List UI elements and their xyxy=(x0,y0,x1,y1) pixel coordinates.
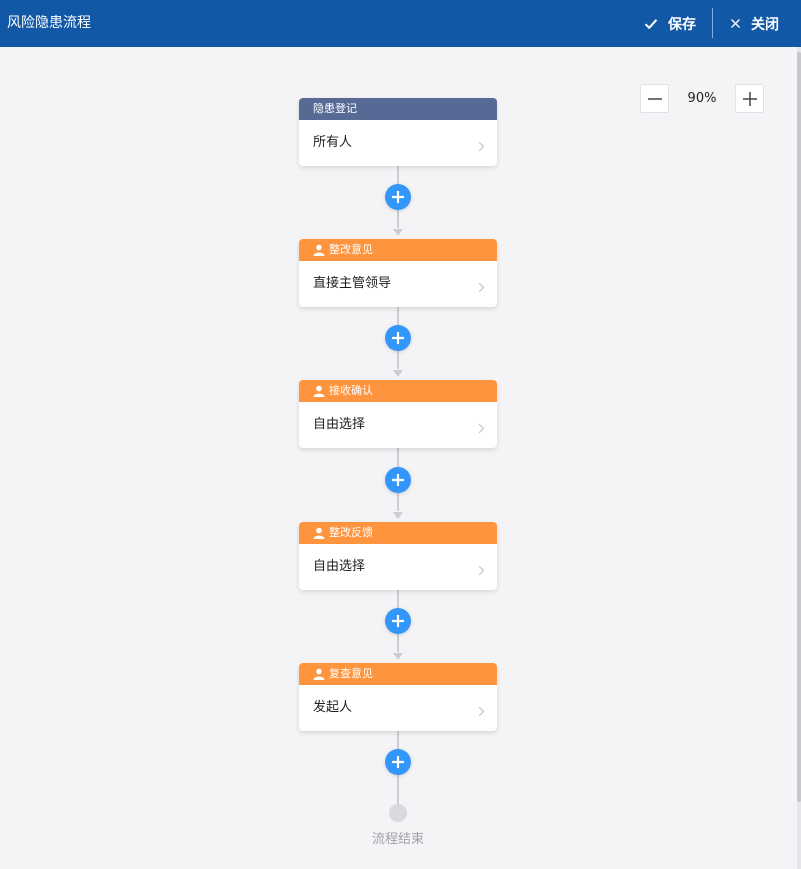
node-header: 接收确认 xyxy=(299,380,497,402)
start-node[interactable]: 隐患登记 所有人 xyxy=(299,98,497,166)
node-content: 发起人 xyxy=(313,700,353,715)
chevron-right-icon xyxy=(478,137,485,156)
chevron-right-icon xyxy=(478,561,485,580)
approver-node[interactable]: 复查意见 发起人 xyxy=(299,663,497,731)
zoom-level: 90% xyxy=(687,91,717,106)
add-node-button[interactable] xyxy=(385,749,411,775)
chevron-right-icon xyxy=(478,702,485,721)
node-title: 隐患登记 xyxy=(313,102,357,115)
zoom-in-button[interactable] xyxy=(735,84,764,113)
close-button[interactable]: 关闭 xyxy=(730,0,779,47)
node-content: 自由选择 xyxy=(313,417,366,432)
scrollbar-thumb[interactable] xyxy=(797,52,801,802)
plus-icon xyxy=(391,331,405,345)
check-icon xyxy=(644,18,658,30)
user-icon xyxy=(313,527,325,539)
close-label: 关闭 xyxy=(751,16,779,33)
end-node-dot xyxy=(389,804,407,822)
node-header: 复查意见 xyxy=(299,663,497,685)
add-node-button[interactable] xyxy=(385,184,411,210)
connector-arrow xyxy=(393,653,403,660)
node-header: 整改反馈 xyxy=(299,522,497,544)
node-title: 复查意见 xyxy=(329,667,373,680)
minus-icon xyxy=(647,91,663,107)
node-header: 整改意见 xyxy=(299,239,497,261)
plus-icon xyxy=(742,91,758,107)
plus-icon xyxy=(391,755,405,769)
node-body: 自由选择 xyxy=(299,544,497,590)
user-icon xyxy=(313,244,325,256)
node-title: 整改反馈 xyxy=(329,526,373,539)
node-content: 直接主管领导 xyxy=(313,276,392,291)
node-content: 所有人 xyxy=(313,135,353,150)
add-node-button[interactable] xyxy=(385,325,411,351)
approver-node[interactable]: 接收确认 自由选择 xyxy=(299,380,497,448)
node-title: 整改意见 xyxy=(329,243,373,256)
node-header: 隐患登记 xyxy=(299,98,497,120)
add-node-button[interactable] xyxy=(385,467,411,493)
approver-node[interactable]: 整改意见 直接主管领导 xyxy=(299,239,497,307)
node-body: 自由选择 xyxy=(299,402,497,448)
user-icon xyxy=(313,385,325,397)
plus-icon xyxy=(391,190,405,204)
toolbar-divider xyxy=(712,8,713,38)
plus-icon xyxy=(391,473,405,487)
end-node-label: 流程结束 xyxy=(371,832,424,847)
add-node-button[interactable] xyxy=(385,608,411,634)
node-content: 自由选择 xyxy=(313,559,366,574)
save-label: 保存 xyxy=(668,16,696,33)
connector-arrow xyxy=(393,370,403,377)
approver-node[interactable]: 整改反馈 自由选择 xyxy=(299,522,497,590)
top-bar: 风险隐患流程 保存 关闭 xyxy=(0,0,801,47)
node-title: 接收确认 xyxy=(329,384,373,397)
node-body: 发起人 xyxy=(299,685,497,731)
chevron-right-icon xyxy=(478,278,485,297)
connector-arrow xyxy=(393,229,403,236)
zoom-out-button[interactable] xyxy=(640,84,669,113)
user-icon xyxy=(313,668,325,680)
plus-icon xyxy=(391,614,405,628)
page-title: 风险隐患流程 xyxy=(7,15,91,31)
save-button[interactable]: 保存 xyxy=(644,0,696,47)
node-body: 所有人 xyxy=(299,120,497,166)
chevron-right-icon xyxy=(478,419,485,438)
close-icon xyxy=(730,18,741,29)
connector-arrow xyxy=(393,512,403,519)
node-body: 直接主管领导 xyxy=(299,261,497,307)
